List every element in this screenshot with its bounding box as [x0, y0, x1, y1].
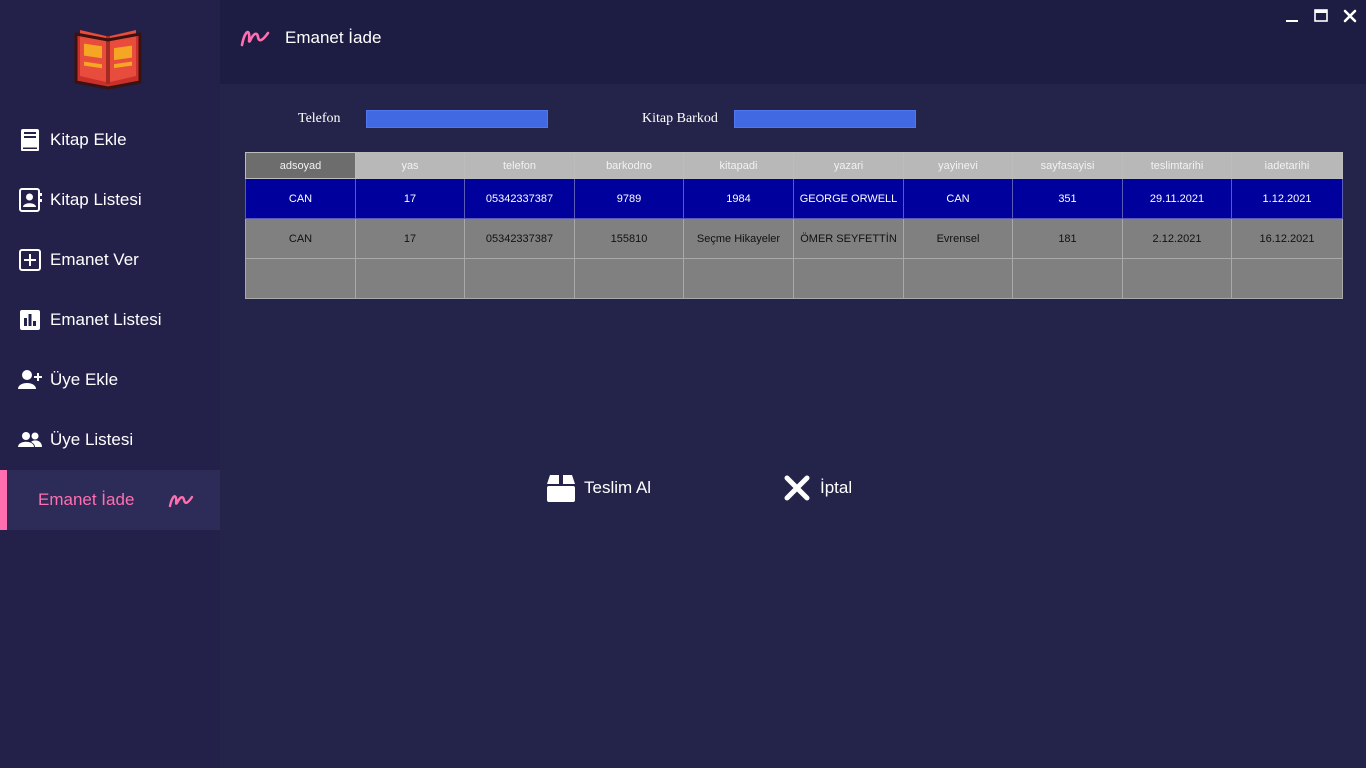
sidebar-item-label: Kitap Ekle: [50, 130, 127, 149]
user-plus-icon: [18, 370, 42, 389]
table-cell[interactable]: CAN: [245, 178, 356, 219]
table-cell[interactable]: [1012, 258, 1123, 299]
contact-list-icon: [19, 188, 42, 212]
table-cell[interactable]: [1231, 258, 1343, 299]
telefon-label: Telefon: [298, 111, 341, 126]
close-icon[interactable]: [1340, 6, 1360, 26]
sidebar-item-uye-ekle[interactable]: Üye Ekle: [0, 350, 220, 410]
telefon-input[interactable]: [366, 110, 548, 128]
iptal-button[interactable]: İptal: [782, 473, 852, 503]
column-header-barkodno[interactable]: barkodno: [574, 152, 684, 179]
book-logo-icon: [74, 30, 142, 90]
maximize-icon[interactable]: [1311, 6, 1331, 26]
sidebar-item-emanet-listesi[interactable]: Emanet Listesi: [0, 290, 220, 350]
teslim-al-button[interactable]: Teslim Al: [546, 473, 651, 503]
table-cell[interactable]: 05342337387: [464, 218, 575, 259]
sidebar: Kitap Ekle Kitap Listesi Emanet Ver Eman…: [0, 0, 220, 768]
active-indicator: [0, 470, 7, 530]
table-cell[interactable]: 1984: [683, 178, 794, 219]
sidebar-item-emanet-ver[interactable]: Emanet Ver: [0, 230, 220, 290]
table-cell[interactable]: CAN: [245, 218, 356, 259]
column-header-yazari[interactable]: yazari: [793, 152, 904, 179]
table-cell[interactable]: 1.12.2021: [1231, 178, 1343, 219]
table-cell[interactable]: [574, 258, 684, 299]
table-cell[interactable]: ÖMER SEYFETTİN: [793, 218, 904, 259]
squiggle-icon: [168, 495, 194, 508]
page-title: Emanet İade: [285, 28, 382, 47]
minimize-icon[interactable]: [1282, 6, 1302, 26]
column-header-iadetarihi[interactable]: iadetarihi: [1231, 152, 1343, 179]
sidebar-item-emanet-iade[interactable]: Emanet İade: [0, 470, 220, 530]
table-cell[interactable]: 2.12.2021: [1122, 218, 1232, 259]
table-cell[interactable]: [245, 258, 356, 299]
sidebar-item-kitap-ekle[interactable]: Kitap Ekle: [0, 110, 220, 170]
teslim-al-label: Teslim Al: [584, 478, 652, 497]
table-cell[interactable]: GEORGE ORWELL: [793, 178, 904, 219]
sidebar-item-label: Kitap Listesi: [50, 190, 142, 209]
table-cell[interactable]: [793, 258, 904, 299]
table-cell[interactable]: [903, 258, 1013, 299]
sidebar-item-label: Emanet İade: [38, 490, 135, 509]
table-cell[interactable]: 9789: [574, 178, 684, 219]
table-cell[interactable]: CAN: [903, 178, 1013, 219]
emanet-table[interactable]: adsoyad yas telefon barkodno kitapadi ya…: [245, 152, 1343, 299]
users-icon: [18, 432, 42, 447]
column-header-yas[interactable]: yas: [355, 152, 465, 179]
table-cell[interactable]: 181: [1012, 218, 1123, 259]
column-header-teslimtarihi[interactable]: teslimtarihi: [1122, 152, 1232, 179]
sidebar-item-label: Emanet Ver: [50, 250, 139, 269]
kitap-barkod-input[interactable]: [734, 110, 916, 128]
column-header-sayfasayisi[interactable]: sayfasayisi: [1012, 152, 1123, 179]
header: Emanet İade: [220, 0, 1366, 84]
column-header-adsoyad[interactable]: adsoyad: [245, 152, 356, 179]
table-cell[interactable]: 155810: [574, 218, 684, 259]
table-cell[interactable]: 17: [355, 218, 465, 259]
close-x-icon: [784, 475, 810, 501]
table-cell[interactable]: [464, 258, 575, 299]
column-header-telefon[interactable]: telefon: [464, 152, 575, 179]
plus-square-icon: [19, 249, 41, 271]
book-icon: [21, 129, 39, 151]
table-cell[interactable]: 16.12.2021: [1231, 218, 1343, 259]
table-row[interactable]: CAN 17 05342337387 155810 Seçme Hikayele…: [245, 218, 1343, 259]
table-cell[interactable]: 351: [1012, 178, 1123, 219]
table-cell[interactable]: 17: [355, 178, 465, 219]
table-header-row: adsoyad yas telefon barkodno kitapadi ya…: [245, 152, 1343, 179]
column-header-kitapadi[interactable]: kitapadi: [683, 152, 794, 179]
table-cell[interactable]: [355, 258, 465, 299]
table-cell[interactable]: [1122, 258, 1232, 299]
table-cell[interactable]: 05342337387: [464, 178, 575, 219]
table-cell[interactable]: Seçme Hikayeler: [683, 218, 794, 259]
bar-chart-icon: [20, 310, 40, 330]
table-cell[interactable]: Evrensel: [903, 218, 1013, 259]
kitap-barkod-label: Kitap Barkod: [642, 111, 718, 126]
table-row[interactable]: CAN 17 05342337387 9789 1984 GEORGE ORWE…: [245, 178, 1343, 219]
box-icon: [547, 475, 575, 502]
table-cell[interactable]: [683, 258, 794, 299]
column-header-yayinevi[interactable]: yayinevi: [903, 152, 1013, 179]
sidebar-item-label: Emanet Listesi: [50, 310, 162, 329]
sidebar-item-kitap-listesi[interactable]: Kitap Listesi: [0, 170, 220, 230]
sidebar-item-label: Üye Ekle: [50, 370, 119, 389]
sidebar-item-uye-listesi[interactable]: Üye Listesi: [0, 410, 220, 470]
squiggle-icon: [240, 30, 270, 47]
iptal-label: İptal: [820, 478, 853, 497]
sidebar-item-label: Üye Listesi: [50, 430, 134, 449]
table-cell[interactable]: 29.11.2021: [1122, 178, 1232, 219]
table-row-empty[interactable]: [245, 258, 1343, 299]
